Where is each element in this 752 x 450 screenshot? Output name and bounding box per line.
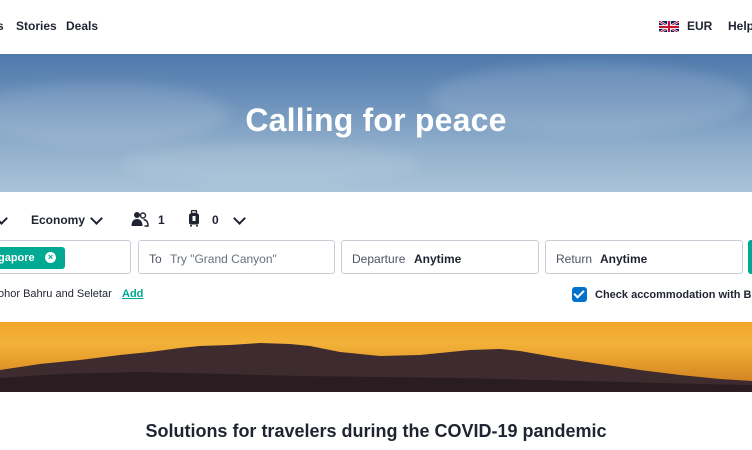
passengers-icon[interactable] — [131, 211, 149, 232]
page: s Stories Deals EUR Help Calling for pea… — [0, 0, 752, 450]
destination-field[interactable]: To Try "Grand Canyon" — [138, 240, 335, 274]
departure-value: Anytime — [414, 252, 462, 266]
nav-link-deals[interactable]: Deals — [66, 19, 98, 33]
add-nearby-link[interactable]: Add — [122, 288, 143, 300]
search-button[interactable] — [748, 240, 752, 274]
origin-chip[interactable]: gapore × — [0, 247, 65, 269]
accommodation-label[interactable]: Check accommodation with B — [595, 289, 751, 301]
destination-label: To — [149, 252, 162, 266]
nearby-airports-text: ohor Bahru and Seletar — [0, 288, 112, 300]
origin-chip-label: gapore — [0, 252, 35, 264]
accommodation-checkbox[interactable] — [572, 287, 587, 302]
destination-placeholder: Try "Grand Canyon" — [170, 252, 277, 266]
sunset-image — [0, 322, 752, 392]
help-link[interactable]: Help — [728, 19, 752, 33]
uk-flag-icon[interactable] — [659, 20, 679, 32]
return-field[interactable]: Return Anytime — [545, 240, 743, 274]
top-navigation: s Stories Deals EUR Help — [0, 0, 752, 54]
nav-link-stories[interactable]: Stories — [16, 19, 57, 33]
passenger-count[interactable]: 1 — [158, 213, 165, 227]
currency-selector[interactable]: EUR — [687, 19, 712, 33]
return-value: Anytime — [600, 252, 648, 266]
cabin-class-select[interactable]: Economy — [31, 213, 85, 227]
hero-title: Calling for peace — [245, 102, 507, 138]
section-title: Solutions for travelers during the COVID… — [145, 421, 607, 441]
nav-link-cut[interactable]: s — [0, 19, 4, 33]
return-label: Return — [556, 252, 593, 266]
bag-count[interactable]: 0 — [212, 213, 219, 227]
bag-icon[interactable] — [188, 209, 200, 232]
close-circle-icon[interactable]: × — [45, 252, 56, 263]
departure-label: Departure — [352, 252, 406, 266]
departure-field[interactable]: Departure Anytime — [341, 240, 539, 274]
